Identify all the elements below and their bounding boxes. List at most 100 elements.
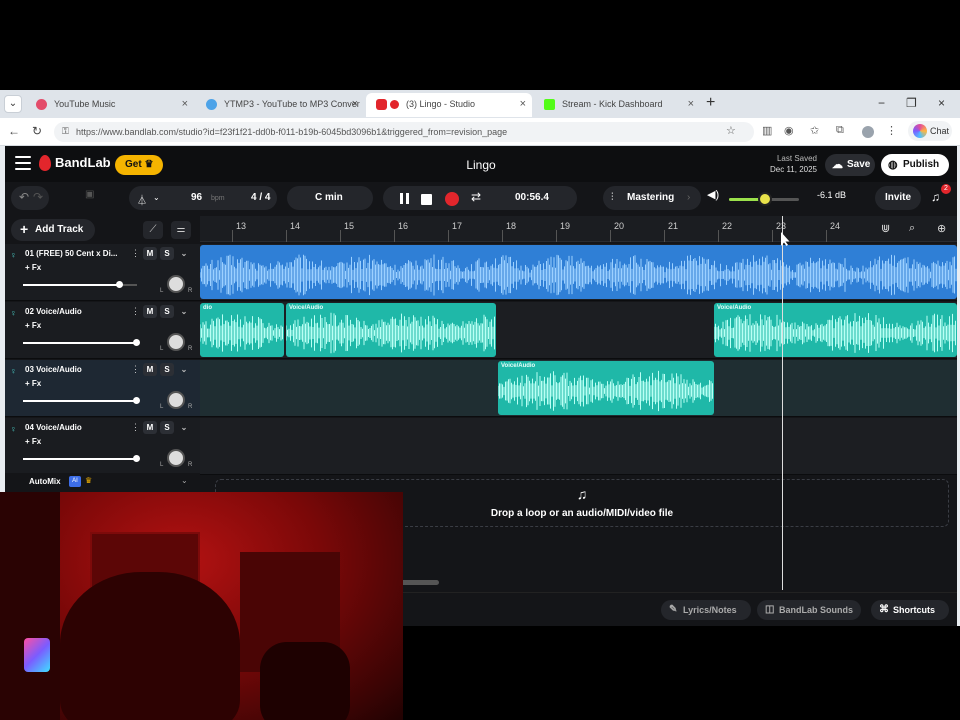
- track-more-icon[interactable]: ⋮: [131, 422, 140, 433]
- zoom-out-icon[interactable]: ⌕: [909, 222, 915, 235]
- track-lane-2[interactable]: dio Voice/Audio Voice/Audio: [200, 302, 957, 359]
- audio-clip[interactable]: Voice/Audio: [714, 303, 957, 357]
- site-info-icon[interactable]: ⚿: [62, 126, 69, 137]
- metronome-icon[interactable]: ⏃: [137, 192, 147, 207]
- mute-button[interactable]: M: [143, 305, 157, 318]
- stop-button[interactable]: [421, 194, 432, 205]
- track-more-icon[interactable]: ⋮: [131, 306, 140, 317]
- chevron-down-icon[interactable]: ⌄: [181, 476, 188, 485]
- publish-button[interactable]: ◍ Publish: [881, 154, 949, 176]
- new-tab-button[interactable]: +: [706, 94, 715, 112]
- chevron-down-icon[interactable]: ⌄: [177, 247, 191, 260]
- pan-knob[interactable]: [167, 333, 185, 351]
- add-fx-button[interactable]: + Fx: [25, 379, 41, 388]
- track-header-4[interactable]: ♀ 04 Voice/Audio + Fx ⋮ M S ⌄ L R: [5, 418, 200, 475]
- track-name[interactable]: 02 Voice/Audio: [25, 307, 125, 316]
- volume-knob[interactable]: [133, 397, 140, 404]
- refresh-button[interactable]: ↻: [32, 124, 42, 138]
- snap-magnet-icon[interactable]: ⋓: [881, 222, 890, 235]
- speaker-icon[interactable]: ◀): [707, 188, 719, 201]
- favorite-star-icon[interactable]: ☆: [726, 124, 736, 137]
- solo-button[interactable]: S: [160, 363, 174, 376]
- tab-ytmp3[interactable]: YTMP3 - YouTube to MP3 Conver ×: [196, 93, 364, 117]
- track-lane-1[interactable]: [200, 244, 957, 301]
- solo-button[interactable]: S: [160, 305, 174, 318]
- solo-button[interactable]: S: [160, 421, 174, 434]
- split-screen-icon[interactable]: ▥: [762, 124, 772, 137]
- lyrics-notes-button[interactable]: ✎ Lyrics/Notes: [661, 600, 751, 620]
- tab-close-icon[interactable]: ×: [352, 98, 358, 110]
- automation-icon[interactable]: ⟋: [143, 221, 163, 239]
- mute-button[interactable]: M: [143, 421, 157, 434]
- chevron-down-icon[interactable]: ⌄: [177, 421, 191, 434]
- volume-knob[interactable]: [133, 455, 140, 462]
- pan-knob[interactable]: [167, 275, 185, 293]
- volume-slider[interactable]: [23, 455, 140, 462]
- tab-kick-dashboard[interactable]: Stream - Kick Dashboard ×: [534, 93, 700, 117]
- minimize-button[interactable]: −: [878, 96, 885, 110]
- shortcuts-button[interactable]: ⌘ Shortcuts: [871, 600, 949, 620]
- bpm-value[interactable]: 96: [191, 192, 202, 203]
- add-fx-button[interactable]: + Fx: [25, 437, 41, 446]
- volume-slider[interactable]: [23, 281, 137, 288]
- copilot-chat-button[interactable]: Chat: [908, 121, 952, 141]
- zoom-in-icon[interactable]: ⊕: [937, 222, 946, 235]
- track-lane-3[interactable]: Voice/Audio: [200, 360, 957, 417]
- pan-knob[interactable]: [167, 391, 185, 409]
- track-header-1[interactable]: ♀ 01 (FREE) 50 Cent x Di... + Fx ⋮ M S ⌄ L R: [5, 244, 200, 301]
- extensions-icon[interactable]: ◉: [784, 124, 794, 137]
- mastering-button[interactable]: ⫶ Mastering ›: [603, 186, 701, 210]
- volume-slider[interactable]: [23, 339, 140, 346]
- chevron-down-icon[interactable]: ⌄: [177, 305, 191, 318]
- bandlab-sounds-button[interactable]: ◫ BandLab Sounds: [757, 600, 861, 620]
- pause-button[interactable]: [398, 192, 412, 206]
- url-field[interactable]: ⚿ https://www.bandlab.com/studio?id=f23f…: [54, 122, 754, 142]
- key-value[interactable]: C min: [315, 192, 343, 203]
- metronome-menu-icon[interactable]: ⌄: [153, 193, 160, 202]
- record-button[interactable]: [445, 192, 459, 206]
- add-track-button[interactable]: + Add Track: [11, 219, 95, 241]
- notifications-bell-icon[interactable]: ♫: [931, 190, 940, 204]
- volume-knob[interactable]: [115, 281, 123, 288]
- track-more-icon[interactable]: ⋮: [131, 364, 140, 375]
- redo-button[interactable]: ↷: [33, 190, 43, 204]
- automix-row[interactable]: AutoMix AI ♛ ⌄: [5, 473, 200, 493]
- mute-button[interactable]: M: [143, 247, 157, 260]
- track-settings-icon[interactable]: ⚌: [171, 221, 191, 239]
- add-fx-button[interactable]: + Fx: [25, 263, 41, 272]
- chevron-down-icon[interactable]: ⌄: [177, 363, 191, 376]
- audio-clip[interactable]: dio: [200, 303, 284, 357]
- tab-actions-button[interactable]: ⌄: [4, 95, 22, 113]
- favorites-icon[interactable]: ✩: [810, 124, 819, 137]
- track-name[interactable]: 03 Voice/Audio: [25, 365, 125, 374]
- tab-close-icon[interactable]: ×: [688, 98, 694, 110]
- track-header-3[interactable]: ♀ 03 Voice/Audio + Fx ⋮ M S ⌄ L R: [5, 360, 200, 417]
- track-more-icon[interactable]: ⋮: [131, 248, 140, 259]
- mute-button[interactable]: M: [143, 363, 157, 376]
- timeline-ruler[interactable]: 13 14 15 16 17 18 19 20 21 22 23 24: [200, 216, 957, 242]
- tool-icon[interactable]: ▣: [85, 189, 94, 200]
- save-button[interactable]: ☁ Save: [825, 154, 875, 176]
- tab-close-icon[interactable]: ×: [182, 98, 188, 110]
- invite-button[interactable]: Invite: [875, 186, 921, 210]
- playhead[interactable]: [782, 216, 783, 590]
- volume-slider[interactable]: [23, 397, 140, 404]
- audio-clip[interactable]: Voice/Audio: [498, 361, 714, 415]
- collections-icon[interactable]: ⧉: [836, 124, 844, 137]
- tab-youtube-music[interactable]: YouTube Music ×: [26, 93, 194, 117]
- maximize-button[interactable]: ❐: [906, 96, 917, 110]
- track-header-2[interactable]: ♀ 02 Voice/Audio + Fx ⋮ M S ⌄ L R: [5, 302, 200, 359]
- tab-close-icon[interactable]: ×: [520, 98, 526, 110]
- loop-icon[interactable]: ⇄: [471, 190, 485, 204]
- audio-clip[interactable]: [200, 245, 957, 299]
- time-signature[interactable]: 4 / 4: [251, 192, 270, 203]
- back-button[interactable]: ←: [8, 124, 20, 138]
- undo-button[interactable]: ↶: [19, 190, 29, 204]
- tab-bandlab-studio[interactable]: (3) Lingo - Studio ×: [366, 93, 532, 117]
- master-volume-knob[interactable]: [758, 192, 773, 206]
- pan-knob[interactable]: [167, 449, 185, 467]
- volume-knob[interactable]: [133, 339, 140, 346]
- profile-avatar[interactable]: [862, 126, 874, 138]
- add-fx-button[interactable]: + Fx: [25, 321, 41, 330]
- track-name[interactable]: 04 Voice/Audio: [25, 423, 125, 432]
